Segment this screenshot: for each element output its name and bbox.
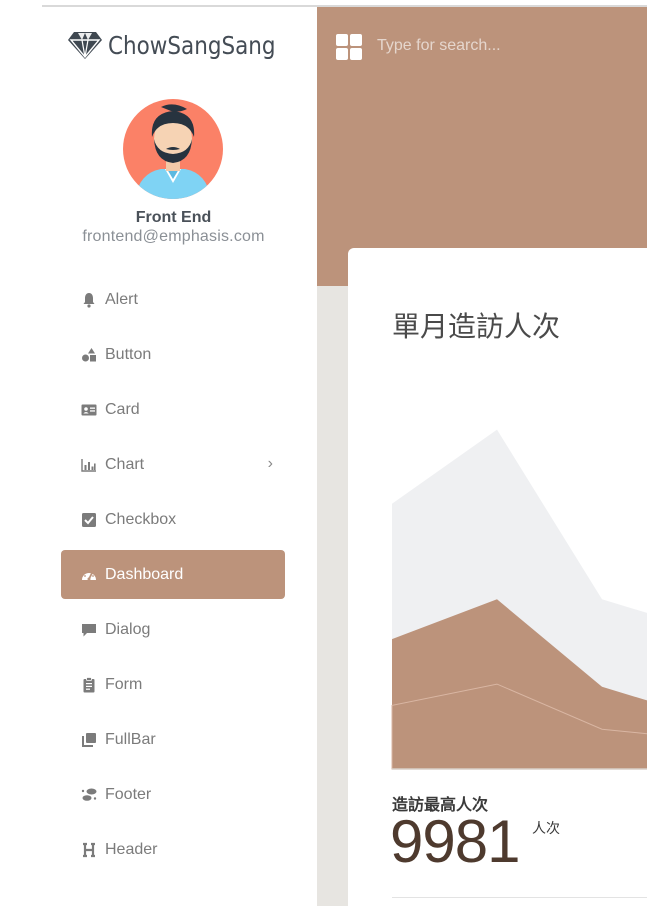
sidebar-item-label: Alert [105, 290, 138, 308]
sidebar-item-header[interactable]: Header [61, 825, 285, 874]
sidebar-item-button[interactable]: Button [61, 330, 285, 379]
sidebar: ChowSangSang Front End frontend@emphasis… [42, 7, 317, 906]
bell-icon [80, 291, 97, 308]
sidebar-item-footer[interactable]: Footer [61, 770, 285, 819]
avatar[interactable] [123, 99, 223, 199]
clipboard-icon [80, 676, 97, 693]
shapes-icon [80, 346, 97, 363]
sidebar-item-label: FullBar [105, 730, 156, 748]
profile-name: Front End [135, 209, 212, 226]
copy-icon [80, 731, 97, 748]
sidebar-item-form[interactable]: Form [61, 660, 285, 709]
sidebar-item-alert[interactable]: Alert [61, 275, 285, 324]
sidebar-item-label: Header [105, 840, 158, 858]
checkbox-icon [80, 511, 97, 528]
speedometer-icon [80, 566, 97, 583]
sidebar-item-checkbox[interactable]: Checkbox [61, 495, 285, 544]
sidebar-item-fullbar[interactable]: FullBar [61, 715, 285, 764]
chevron-right-icon: › [267, 455, 273, 472]
sidebar-item-label: Card [105, 400, 140, 418]
visits-card: 單月造訪人次 造訪最高人次 9981 人次 [348, 248, 647, 906]
sidebar-item-label: Checkbox [105, 510, 177, 528]
sidebar-item-label: Chart [105, 455, 145, 473]
profile-email: frontend@emphasis.com [82, 228, 265, 245]
top-header [317, 7, 647, 286]
brand[interactable]: ChowSangSang [68, 27, 303, 63]
sidebar-item-label: Dashboard [105, 565, 184, 583]
bearded-man-avatar [135, 104, 211, 199]
sidebar-menu: Alert Button Card Chart › Checkbox Dashb… [61, 275, 285, 880]
footprints-icon [80, 786, 97, 803]
stat-value: 9981 [390, 808, 520, 875]
sidebar-item-dashboard[interactable]: Dashboard [61, 550, 285, 599]
id-card-icon [80, 401, 97, 418]
stat-unit: 人次 [532, 821, 560, 837]
heading-icon [80, 841, 97, 858]
sidebar-item-card[interactable]: Card [61, 385, 285, 434]
bar-chart-icon [80, 456, 97, 473]
sidebar-item-label: Form [105, 675, 143, 693]
sidebar-item-chart[interactable]: Chart › [61, 440, 285, 489]
brand-name: ChowSangSang [108, 30, 276, 60]
sidebar-item-label: Button [105, 345, 152, 363]
sidebar-item-label: Dialog [105, 620, 151, 638]
search-input[interactable] [377, 33, 627, 59]
sidebar-item-dialog[interactable]: Dialog [61, 605, 285, 654]
sidebar-item-label: Footer [105, 785, 152, 803]
card-divider [392, 897, 647, 898]
grid-menu-icon[interactable] [336, 34, 362, 60]
diamond-icon [68, 32, 102, 59]
chat-bubble-icon [80, 621, 97, 638]
